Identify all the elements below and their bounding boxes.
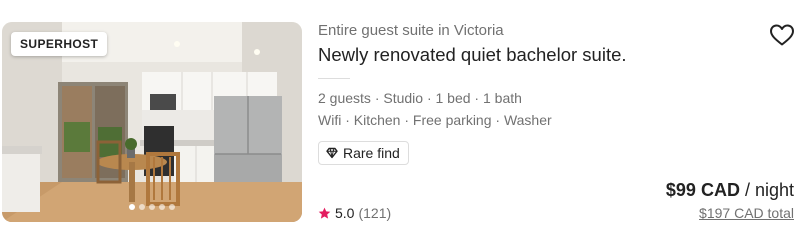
- price-unit: / night: [744, 180, 794, 200]
- photo-dot[interactable]: [129, 204, 135, 210]
- divider: [318, 78, 350, 79]
- photo-dot[interactable]: [139, 204, 145, 210]
- superhost-badge: SUPERHOST: [11, 32, 108, 56]
- wishlist-button[interactable]: [769, 23, 795, 47]
- photo-dot[interactable]: [149, 204, 155, 210]
- listing-amenities: Wifi · Kitchen · Free parking · Washer: [318, 112, 552, 128]
- listing-subtitle: Entire guest suite in Victoria: [318, 22, 504, 39]
- rating: 5.0 (121): [318, 205, 391, 221]
- total-price-link[interactable]: $197 CAD total: [699, 205, 794, 221]
- rare-find-chip: Rare find: [318, 141, 409, 165]
- photo-dot[interactable]: [169, 204, 175, 210]
- listing-details: 2 guests · Studio · 1 bed · 1 bath: [318, 90, 522, 106]
- price-amount: $99 CAD: [665, 180, 740, 200]
- photo-pagination[interactable]: [2, 204, 302, 210]
- heart-icon: [769, 23, 795, 47]
- listing-card[interactable]: SUPERHOST Entire guest suite in Victoria…: [0, 0, 800, 241]
- rating-value: 5.0: [335, 205, 355, 221]
- nightly-price: $99 CAD / night: [666, 180, 794, 201]
- diamond-icon: [326, 147, 338, 159]
- photo-dot[interactable]: [159, 204, 165, 210]
- rare-find-label: Rare find: [343, 145, 400, 161]
- listing-photo[interactable]: SUPERHOST: [2, 22, 302, 222]
- review-count: (121): [358, 205, 392, 221]
- star-icon: [318, 207, 331, 220]
- listing-title[interactable]: Newly renovated quiet bachelor suite.: [318, 44, 627, 66]
